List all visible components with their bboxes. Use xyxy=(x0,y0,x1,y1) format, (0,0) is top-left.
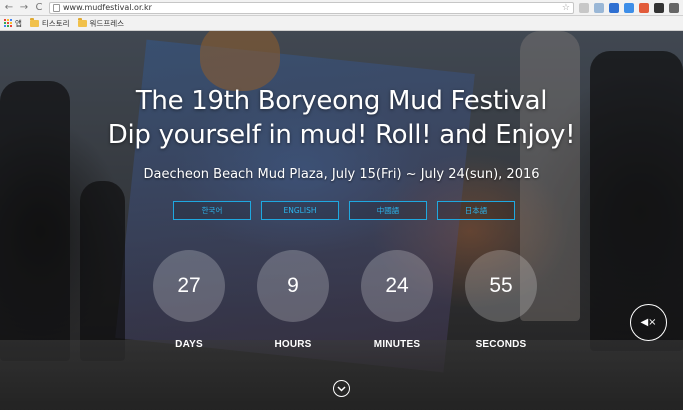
countdown-minutes: 24 MINUTES xyxy=(361,250,433,350)
lang-button-korean[interactable]: 한국어 xyxy=(173,201,251,220)
chevron-down-icon xyxy=(337,385,346,392)
folder-icon xyxy=(77,17,87,27)
hero-title-line2: Dip yourself in mud! Roll! and Enjoy! xyxy=(107,120,576,150)
address-bar[interactable]: www.mudfestival.or.kr ☆ xyxy=(49,1,574,14)
countdown-timer: 27 DAYS 9 HOURS 24 MINUTES 55 SECONDS xyxy=(153,250,537,350)
lang-button-chinese[interactable]: 中國語 xyxy=(349,201,427,220)
hero-section: The 19th Boryeong Mud Festival Dip yours… xyxy=(0,31,683,410)
extension-icon[interactable] xyxy=(609,2,619,13)
countdown-label: SECONDS xyxy=(475,339,527,350)
countdown-hours: 9 HOURS xyxy=(257,250,329,350)
lang-button-english[interactable]: ENGLISH xyxy=(261,201,339,220)
mute-button[interactable]: ◀× xyxy=(630,304,667,341)
bookmark-apps[interactable]: 앱 xyxy=(4,18,22,29)
back-icon[interactable]: ← xyxy=(4,2,14,13)
extension-icon[interactable] xyxy=(579,2,589,13)
reload-icon[interactable]: C xyxy=(34,2,44,13)
lang-button-japanese[interactable]: 日本語 xyxy=(437,201,515,220)
hero-title-line1: The 19th Boryeong Mud Festival xyxy=(135,86,548,116)
bookmarks-bar: 앱 티스토리 워드프레스 xyxy=(0,16,683,31)
countdown-label: HOURS xyxy=(274,339,312,350)
bookmark-label: 티스토리 xyxy=(41,18,70,28)
bookmark-star-icon[interactable]: ☆ xyxy=(562,3,570,13)
countdown-seconds: 55 SECONDS xyxy=(465,250,537,350)
countdown-days: 27 DAYS xyxy=(153,250,225,350)
apps-grid-icon xyxy=(4,19,12,27)
browser-toolbar: ← → C www.mudfestival.or.kr ☆ xyxy=(0,0,683,16)
bookmark-label: 워드프레스 xyxy=(89,18,125,28)
forward-icon[interactable]: → xyxy=(19,2,29,13)
folder-icon xyxy=(29,17,39,27)
dropbox-icon[interactable] xyxy=(624,2,634,13)
countdown-value: 9 xyxy=(257,250,329,322)
extension-icon[interactable] xyxy=(594,2,604,13)
bookmark-folder-wordpress[interactable]: 워드프레스 xyxy=(77,17,125,29)
countdown-value: 24 xyxy=(361,250,433,322)
hero-subtitle: Daecheon Beach Mud Plaza, July 15(Fri) ~… xyxy=(143,167,540,182)
url-text[interactable]: www.mudfestival.or.kr xyxy=(63,3,559,12)
speaker-muted-icon: ◀× xyxy=(640,317,657,328)
page-icon xyxy=(53,3,60,12)
language-selector: 한국어 ENGLISH 中國語 日本語 xyxy=(173,201,515,220)
countdown-label: DAYS xyxy=(175,339,203,350)
countdown-label: MINUTES xyxy=(373,339,421,350)
countdown-value: 55 xyxy=(465,250,537,322)
scroll-down-button[interactable] xyxy=(333,380,350,397)
bookmark-folder-tistory[interactable]: 티스토리 xyxy=(29,17,70,29)
bookmark-apps-label: 앱 xyxy=(15,18,22,28)
extension-icon[interactable] xyxy=(654,2,664,13)
extension-icon[interactable] xyxy=(639,2,649,13)
menu-icon[interactable] xyxy=(669,2,679,13)
countdown-value: 27 xyxy=(153,250,225,322)
